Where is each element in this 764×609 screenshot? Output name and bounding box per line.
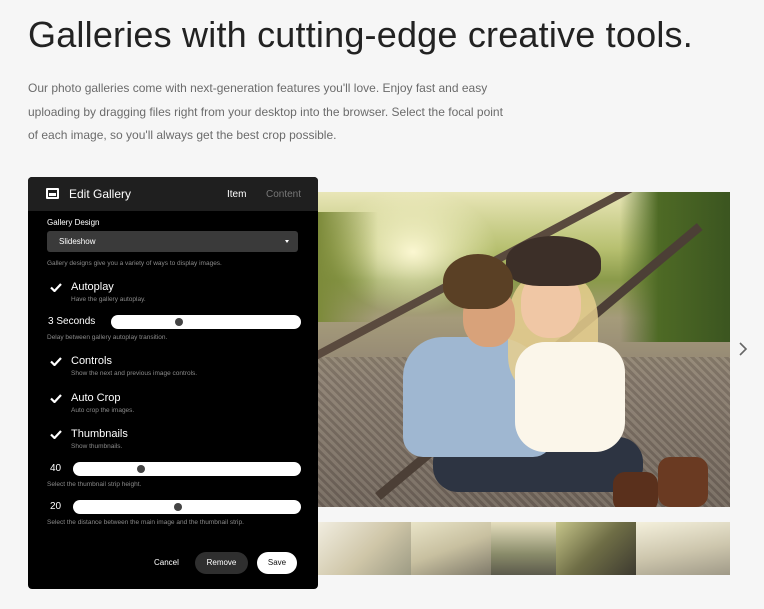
remove-button[interactable]: Remove — [195, 552, 248, 574]
slider-knob[interactable] — [175, 318, 183, 326]
strip-height-hint: Select the thumbnail strip height. — [47, 481, 142, 488]
slider-knob[interactable] — [137, 465, 145, 473]
thumbnail[interactable] — [636, 522, 730, 575]
gallery-icon — [46, 188, 59, 199]
controls-label: Controls — [71, 355, 112, 367]
autoplay-label: Autoplay — [71, 281, 114, 293]
chevron-down-icon — [285, 240, 289, 243]
page-headline: Galleries with cutting-edge creative too… — [28, 14, 693, 55]
autocrop-label: Auto Crop — [71, 392, 121, 404]
panel-header: Edit Gallery Item Content — [28, 177, 318, 211]
slider-knob[interactable] — [174, 503, 182, 511]
check-icon[interactable] — [50, 394, 62, 403]
intro-paragraph: Our photo galleries come with next-gener… — [28, 81, 503, 142]
chevron-right-icon[interactable] — [738, 341, 752, 361]
photo-couple — [403, 232, 708, 507]
check-icon[interactable] — [50, 283, 62, 292]
strip-distance-value: 20 — [50, 501, 62, 512]
strip-height-value: 40 — [50, 463, 62, 474]
delay-slider[interactable] — [111, 315, 301, 329]
thumbnail[interactable] — [318, 522, 411, 575]
edit-gallery-panel: Edit Gallery Item Content Gallery Design… — [28, 177, 318, 589]
check-icon[interactable] — [50, 357, 62, 366]
gallery-design-value: Slideshow — [59, 237, 96, 246]
delay-value: 3 Seconds — [48, 316, 96, 327]
thumbnails-label: Thumbnails — [71, 428, 128, 440]
check-icon[interactable] — [50, 430, 62, 439]
gallery-design-label: Gallery Design — [47, 218, 100, 227]
autocrop-desc: Auto crop the images. — [71, 407, 135, 414]
cancel-button[interactable]: Cancel — [154, 558, 179, 567]
thumbnail-strip — [318, 522, 730, 575]
photo-trees-left — [318, 212, 378, 322]
strip-distance-slider[interactable] — [73, 500, 301, 514]
autoplay-desc: Have the gallery autoplay. — [71, 296, 146, 303]
controls-desc: Show the next and previous image control… — [71, 370, 198, 377]
gallery-design-hint: Gallery designs give you a variety of wa… — [47, 260, 222, 267]
thumbnails-desc: Show thumbnails. — [71, 443, 123, 450]
panel-title: Edit Gallery — [69, 187, 132, 201]
thumbnail[interactable] — [411, 522, 491, 575]
thumbnail[interactable] — [491, 522, 556, 575]
gallery-design-select[interactable]: Slideshow — [47, 231, 298, 252]
thumbnail[interactable] — [556, 522, 636, 575]
strip-height-slider[interactable] — [73, 462, 301, 476]
tab-item[interactable]: Item — [227, 189, 246, 200]
delay-hint: Delay between gallery autoplay transitio… — [47, 334, 168, 341]
tab-content[interactable]: Content — [266, 189, 301, 200]
save-button[interactable]: Save — [257, 552, 297, 574]
gallery-main-photo — [318, 192, 730, 507]
strip-distance-hint: Select the distance between the main ima… — [47, 519, 244, 526]
